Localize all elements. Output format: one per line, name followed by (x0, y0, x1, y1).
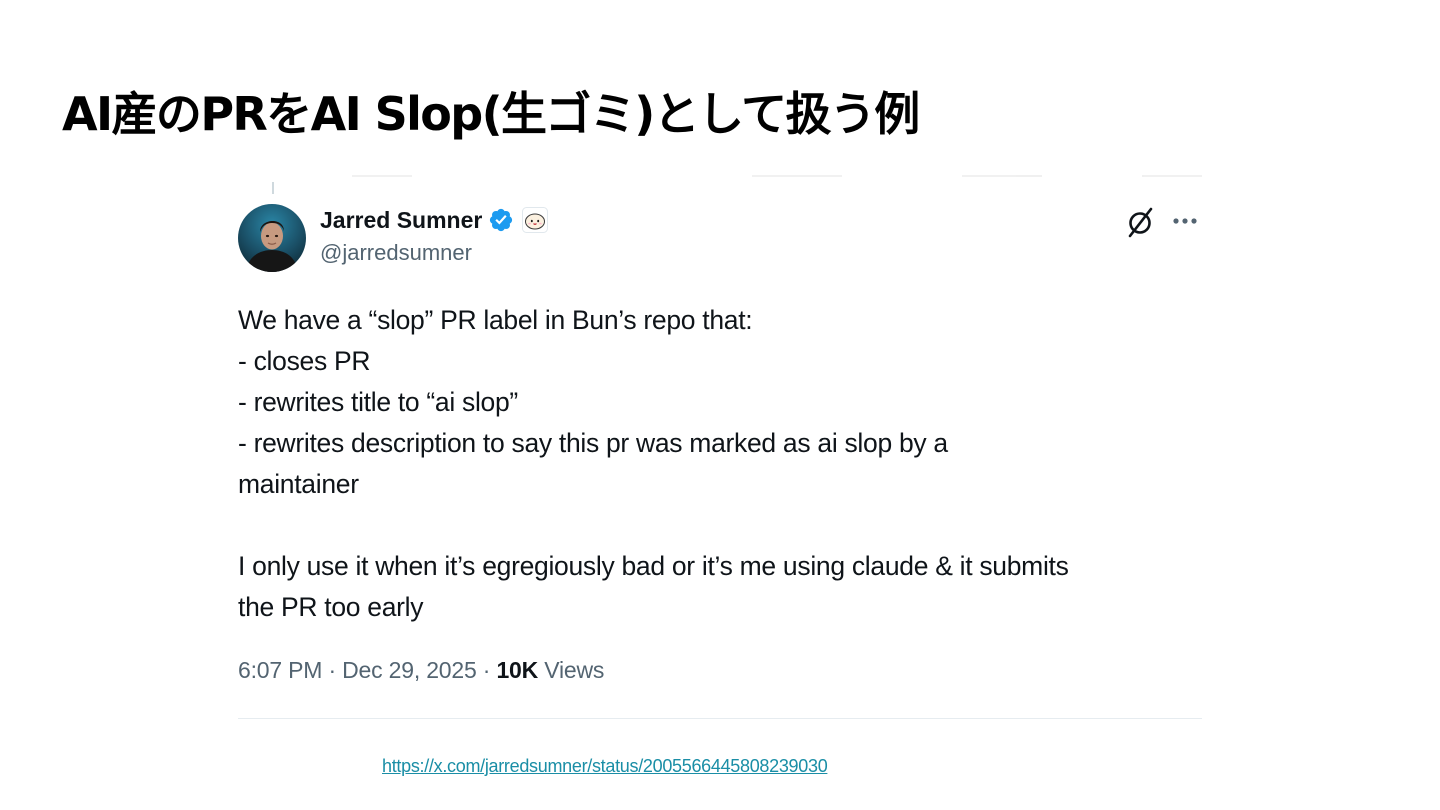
cropped-previous-content (272, 172, 1202, 178)
author-name-row: Jarred Sumner (320, 202, 549, 238)
verified-badge-icon[interactable] (488, 207, 514, 233)
thread-connector-line (272, 182, 274, 194)
tweet-line: - closes PR (238, 346, 371, 376)
tweet-line: - rewrites title to “ai slop” (238, 387, 518, 417)
more-options-icon[interactable] (1170, 208, 1200, 234)
views-label: Views (544, 657, 605, 683)
bun-logo-badge-icon[interactable] (522, 207, 549, 233)
grok-icon[interactable] (1126, 206, 1154, 238)
meta-separator: · (482, 657, 491, 683)
meta-separator: · (328, 657, 336, 683)
slide: AI産のPRをAI Slop(生ゴミ)として扱う例 Jarred Sumner … (0, 0, 1440, 810)
slide-title: AI産のPRをAI Slop(生ゴミ)として扱う例 (62, 87, 920, 141)
author-handle[interactable]: @jarredsumner (320, 240, 548, 266)
author-display-name[interactable]: Jarred Sumner (320, 207, 482, 234)
author-block: Jarred Sumner @jarredsumner (320, 202, 549, 266)
tweet-date[interactable]: Dec 29, 2025 (342, 657, 477, 683)
source-link[interactable]: https://x.com/jarredsumner/status/200556… (382, 754, 828, 778)
tweet-card: Jarred Sumner @jarredsumner We have a “s… (238, 172, 1202, 724)
tweet-line: the PR too early (238, 592, 424, 622)
tweet-line: We have a “slop” PR label in Bun’s repo … (238, 305, 753, 335)
tweet-time[interactable]: 6:07 PM (238, 657, 322, 683)
divider (238, 718, 1202, 719)
tweet-line: - rewrites description to say this pr wa… (238, 428, 948, 458)
views-count: 10K (496, 657, 539, 683)
avatar-image (238, 204, 306, 272)
tweet-metadata: 6:07 PM · Dec 29, 2025 · 10K Views (238, 652, 604, 688)
tweet-line: maintainer (238, 469, 359, 499)
tweet-text: We have a “slop” PR label in Bun’s repo … (238, 300, 1202, 628)
tweet-line: I only use it when it’s egregiously bad … (238, 551, 1069, 581)
avatar[interactable] (238, 204, 306, 272)
